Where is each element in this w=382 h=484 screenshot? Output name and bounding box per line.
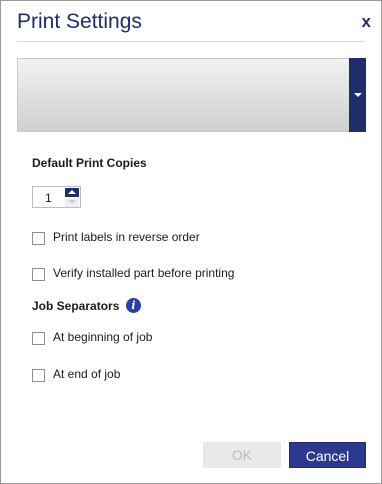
verify-part-checkbox[interactable]: [32, 268, 45, 281]
default-print-copies-label: Default Print Copies: [32, 156, 147, 170]
reverse-order-checkbox[interactable]: [32, 232, 45, 245]
info-icon[interactable]: i: [126, 298, 141, 313]
copies-stepper[interactable]: 1: [32, 186, 81, 208]
end-of-job-checkbox[interactable]: [32, 369, 45, 382]
close-icon[interactable]: x: [362, 13, 371, 31]
verify-part-label[interactable]: Verify installed part before printing: [53, 266, 234, 280]
cancel-button[interactable]: Cancel: [289, 442, 366, 468]
reverse-order-label[interactable]: Print labels in reverse order: [53, 230, 200, 244]
arrow-down-icon: [65, 198, 79, 207]
beginning-of-job-label[interactable]: At beginning of job: [53, 330, 152, 344]
beginning-of-job-checkbox[interactable]: [32, 332, 45, 345]
printer-select[interactable]: [17, 58, 366, 132]
copies-value[interactable]: 1: [45, 191, 52, 205]
arrow-up-icon[interactable]: [65, 188, 79, 197]
chevron-down-icon: [354, 93, 362, 97]
job-separators-label: Job Separators: [32, 299, 120, 313]
print-settings-dialog: Print Settings x Default Print Copies 1 …: [0, 0, 382, 484]
ok-button[interactable]: OK: [203, 442, 281, 468]
printer-dropdown-button[interactable]: [349, 58, 366, 132]
end-of-job-label[interactable]: At end of job: [53, 367, 120, 381]
dialog-title: Print Settings: [17, 10, 142, 33]
title-divider: [17, 41, 365, 42]
